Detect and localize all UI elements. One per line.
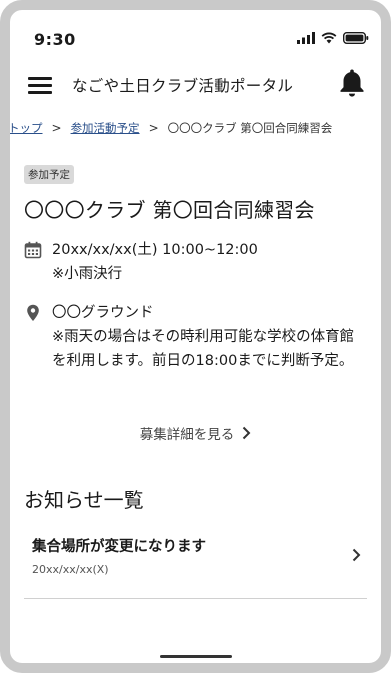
battery-icon	[343, 32, 369, 44]
chevron-right-icon	[243, 426, 251, 440]
news-item-date: 20xx/xx/xx(X)	[32, 563, 109, 576]
news-list-item[interactable]: 集合場所が変更になります 20xx/xx/xx(X)	[24, 532, 367, 599]
wifi-icon	[321, 32, 337, 44]
news-item-title: 集合場所が変更になります	[32, 539, 206, 555]
signal-icon	[297, 32, 315, 44]
view-details-label: 募集詳細を見る	[139, 427, 235, 443]
breadcrumb-current: 〇〇〇クラブ 第〇回合同練習会	[167, 121, 333, 135]
event-date: 20xx/xx/xx(土) 10:00~12:00	[52, 242, 258, 258]
event-place-note: ※雨天の場合はその時利用可能な学校の体育館を利用します。前日の18:00までに判…	[52, 329, 355, 369]
breadcrumb-separator: >	[51, 121, 62, 135]
app-title: なごや土日クラブ活動ポータル	[72, 77, 294, 95]
app-header: なごや土日クラブ活動ポータル	[10, 66, 381, 114]
chevron-right-icon	[352, 548, 361, 562]
phone-frame: 9:30 なごや土日クラブ活動ポータル トップ > 参加活動予定 > 〇〇〇クラ…	[0, 0, 391, 673]
breadcrumb-link-schedule[interactable]: 参加活動予定	[71, 120, 140, 136]
bell-icon[interactable]	[339, 68, 365, 98]
status-time: 9:30	[34, 30, 76, 49]
hamburger-menu-icon[interactable]	[28, 75, 52, 95]
view-details-link[interactable]: 募集詳細を見る	[10, 423, 381, 443]
status-badge: 参加予定	[24, 165, 74, 184]
page-title: 〇〇〇クラブ 第〇回合同練習会	[24, 198, 315, 222]
screen: 9:30 なごや土日クラブ活動ポータル トップ > 参加活動予定 > 〇〇〇クラ…	[10, 10, 381, 663]
event-place: 〇〇グラウンド	[52, 305, 154, 321]
event-date-note: ※小雨決行	[52, 266, 123, 282]
breadcrumb-link-top[interactable]: トップ	[10, 120, 43, 136]
location-pin-icon	[27, 304, 39, 321]
breadcrumb: トップ > 参加活動予定 > 〇〇〇クラブ 第〇回合同練習会	[10, 120, 333, 136]
home-indicator	[159, 655, 232, 658]
status-icons	[297, 32, 369, 44]
calendar-icon	[24, 241, 42, 259]
news-heading: お知らせ一覧	[24, 488, 144, 512]
breadcrumb-separator: >	[148, 121, 159, 135]
